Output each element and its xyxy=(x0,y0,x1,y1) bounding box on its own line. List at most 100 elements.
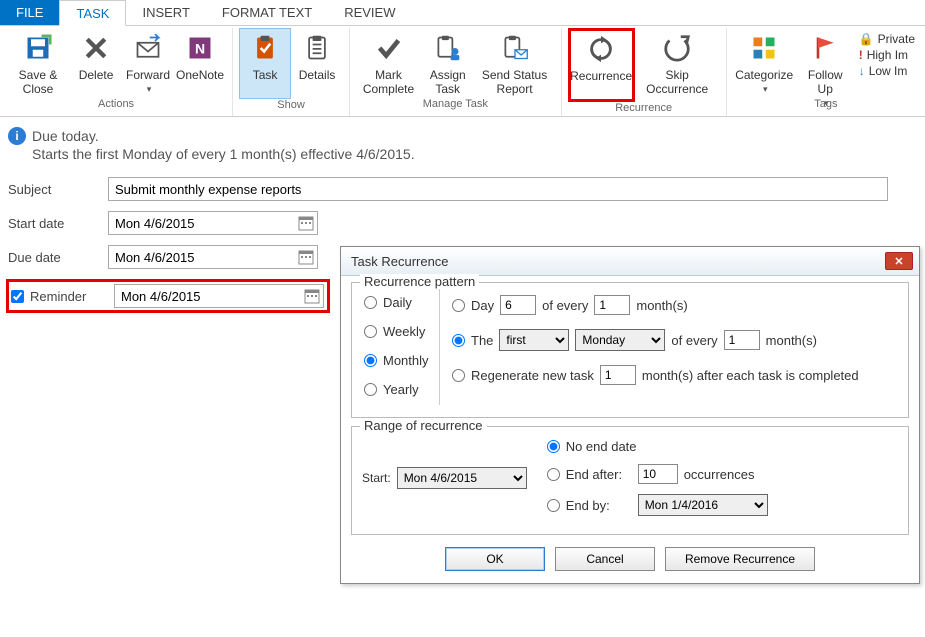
group-label-actions: Actions xyxy=(6,98,226,112)
delete-icon xyxy=(78,30,114,66)
day-num-input[interactable] xyxy=(500,295,536,315)
forward-icon xyxy=(130,30,166,66)
dialog-close-button[interactable]: ✕ xyxy=(885,252,913,270)
assign-task-label: Assign Task xyxy=(427,68,469,96)
start-date-input[interactable] xyxy=(108,211,318,235)
radio-yearly[interactable] xyxy=(364,383,377,396)
save-close-button[interactable]: Save & Close xyxy=(6,28,70,98)
info-icon: i xyxy=(8,127,26,145)
radio-the-nth[interactable] xyxy=(452,334,465,347)
categorize-label: Categorize xyxy=(735,68,793,82)
end-by-select[interactable]: Mon 1/4/2016 xyxy=(638,494,768,516)
radio-weekly[interactable] xyxy=(364,325,377,338)
the-month-input[interactable] xyxy=(724,330,760,350)
clipboard-mail-icon xyxy=(497,30,533,66)
private-toggle[interactable]: 🔒Private xyxy=(859,32,915,46)
months-label: month(s) xyxy=(636,298,687,313)
radio-regenerate[interactable] xyxy=(452,369,465,382)
subject-input[interactable] xyxy=(108,177,888,201)
ribbon-group-actions: Save & Close Delete Forward▾ N OneNote A… xyxy=(0,28,233,116)
task-recurrence-dialog: Task Recurrence ✕ Recurrence pattern Dai… xyxy=(340,246,920,584)
range-legend: Range of recurrence xyxy=(360,418,487,433)
end-after-label: End after: xyxy=(566,467,632,482)
categorize-icon xyxy=(746,30,782,66)
reminder-checkbox[interactable] xyxy=(11,290,24,303)
tab-format-text[interactable]: FORMAT TEXT xyxy=(206,0,328,25)
calendar-icon[interactable] xyxy=(298,249,314,265)
ribbon-group-tags: Categorize▾ Follow Up▾ 🔒Private !High Im… xyxy=(727,28,925,116)
skip-label: Skip Occurrence xyxy=(641,68,714,96)
radio-end-by[interactable] xyxy=(547,499,560,512)
onenote-label: OneNote xyxy=(176,68,224,82)
high-importance-toggle[interactable]: !High Im xyxy=(859,48,915,62)
dropdown-icon: ▾ xyxy=(128,82,170,96)
lock-icon: 🔒 xyxy=(859,32,874,46)
reminder-label: Reminder xyxy=(30,289,114,304)
tags-list: 🔒Private !High Im ↓Low Im xyxy=(855,28,919,82)
due-date-input[interactable] xyxy=(108,245,318,269)
ribbon: Save & Close Delete Forward▾ N OneNote A… xyxy=(0,26,925,117)
no-end-label: No end date xyxy=(566,439,637,454)
cancel-button[interactable]: Cancel xyxy=(555,547,655,571)
send-status-button[interactable]: Send Status Report xyxy=(474,28,554,98)
range-start-select[interactable]: Mon 4/6/2015 xyxy=(397,467,527,489)
onenote-button[interactable]: N OneNote xyxy=(174,28,226,98)
remove-recurrence-button[interactable]: Remove Recurrence xyxy=(665,547,815,571)
delete-button[interactable]: Delete xyxy=(70,28,122,98)
tab-file[interactable]: FILE xyxy=(0,0,59,25)
range-start-label: Start: xyxy=(362,471,391,485)
ok-button[interactable]: OK xyxy=(445,547,545,571)
skip-occurrence-button[interactable]: Skip Occurrence xyxy=(635,28,720,98)
tab-task[interactable]: TASK xyxy=(59,0,126,26)
tab-insert[interactable]: INSERT xyxy=(126,0,205,25)
task-view-label: Task xyxy=(253,68,278,82)
svg-text:N: N xyxy=(195,40,205,56)
regen-num-input[interactable] xyxy=(600,365,636,385)
close-icon: ✕ xyxy=(894,255,903,268)
categorize-button[interactable]: Categorize▾ xyxy=(733,28,796,98)
reminder-date-input[interactable] xyxy=(114,284,324,308)
dialog-title: Task Recurrence xyxy=(351,254,449,269)
forward-button[interactable]: Forward▾ xyxy=(122,28,174,98)
recurrence-pattern-fieldset: Recurrence pattern Daily Weekly Monthly … xyxy=(351,282,909,418)
follow-up-button[interactable]: Follow Up▾ xyxy=(796,28,855,98)
end-by-label: End by: xyxy=(566,498,632,513)
details-label: Details xyxy=(299,68,336,82)
weekday-select[interactable]: Monday xyxy=(575,329,665,351)
tab-review[interactable]: REVIEW xyxy=(328,0,411,25)
dropdown-icon: ▾ xyxy=(737,82,793,96)
low-im-label: Low Im xyxy=(869,64,908,78)
range-fieldset: Range of recurrence Start: Mon 4/6/2015 … xyxy=(351,426,909,535)
day-month-input[interactable] xyxy=(594,295,630,315)
onenote-icon: N xyxy=(182,30,218,66)
of-every-label: of every xyxy=(542,298,588,313)
radio-end-after[interactable] xyxy=(547,468,560,481)
task-view-button[interactable]: Task xyxy=(239,28,291,99)
recurrence-label: Recurrence xyxy=(570,69,632,83)
monthly-label: Monthly xyxy=(383,353,429,368)
calendar-icon[interactable] xyxy=(304,288,320,304)
occurrences-label: occurrences xyxy=(684,467,755,482)
regen-suffix-label: month(s) after each task is completed xyxy=(642,368,859,383)
ribbon-group-show: Task Details Show xyxy=(233,28,350,116)
day-label: Day xyxy=(471,298,494,313)
check-icon xyxy=(371,30,407,66)
details-button[interactable]: Details xyxy=(291,28,343,98)
recurrence-button[interactable]: Recurrence xyxy=(568,28,635,102)
group-label-recurrence: Recurrence xyxy=(568,102,720,116)
radio-monthly[interactable] xyxy=(364,354,377,367)
skip-icon xyxy=(659,30,695,66)
group-label-manage: Manage Task xyxy=(356,98,555,112)
low-importance-toggle[interactable]: ↓Low Im xyxy=(859,64,915,78)
radio-no-end[interactable] xyxy=(547,440,560,453)
radio-daily[interactable] xyxy=(364,296,377,309)
ordinal-select[interactable]: first xyxy=(499,329,569,351)
end-after-input[interactable] xyxy=(638,464,678,484)
calendar-icon[interactable] xyxy=(298,215,314,231)
recurrence-icon xyxy=(583,31,619,67)
radio-day-n[interactable] xyxy=(452,299,465,312)
mark-complete-button[interactable]: Mark Complete xyxy=(356,28,421,98)
group-label-show: Show xyxy=(239,99,343,113)
yearly-label: Yearly xyxy=(383,382,419,397)
assign-task-button[interactable]: Assign Task xyxy=(421,28,475,98)
